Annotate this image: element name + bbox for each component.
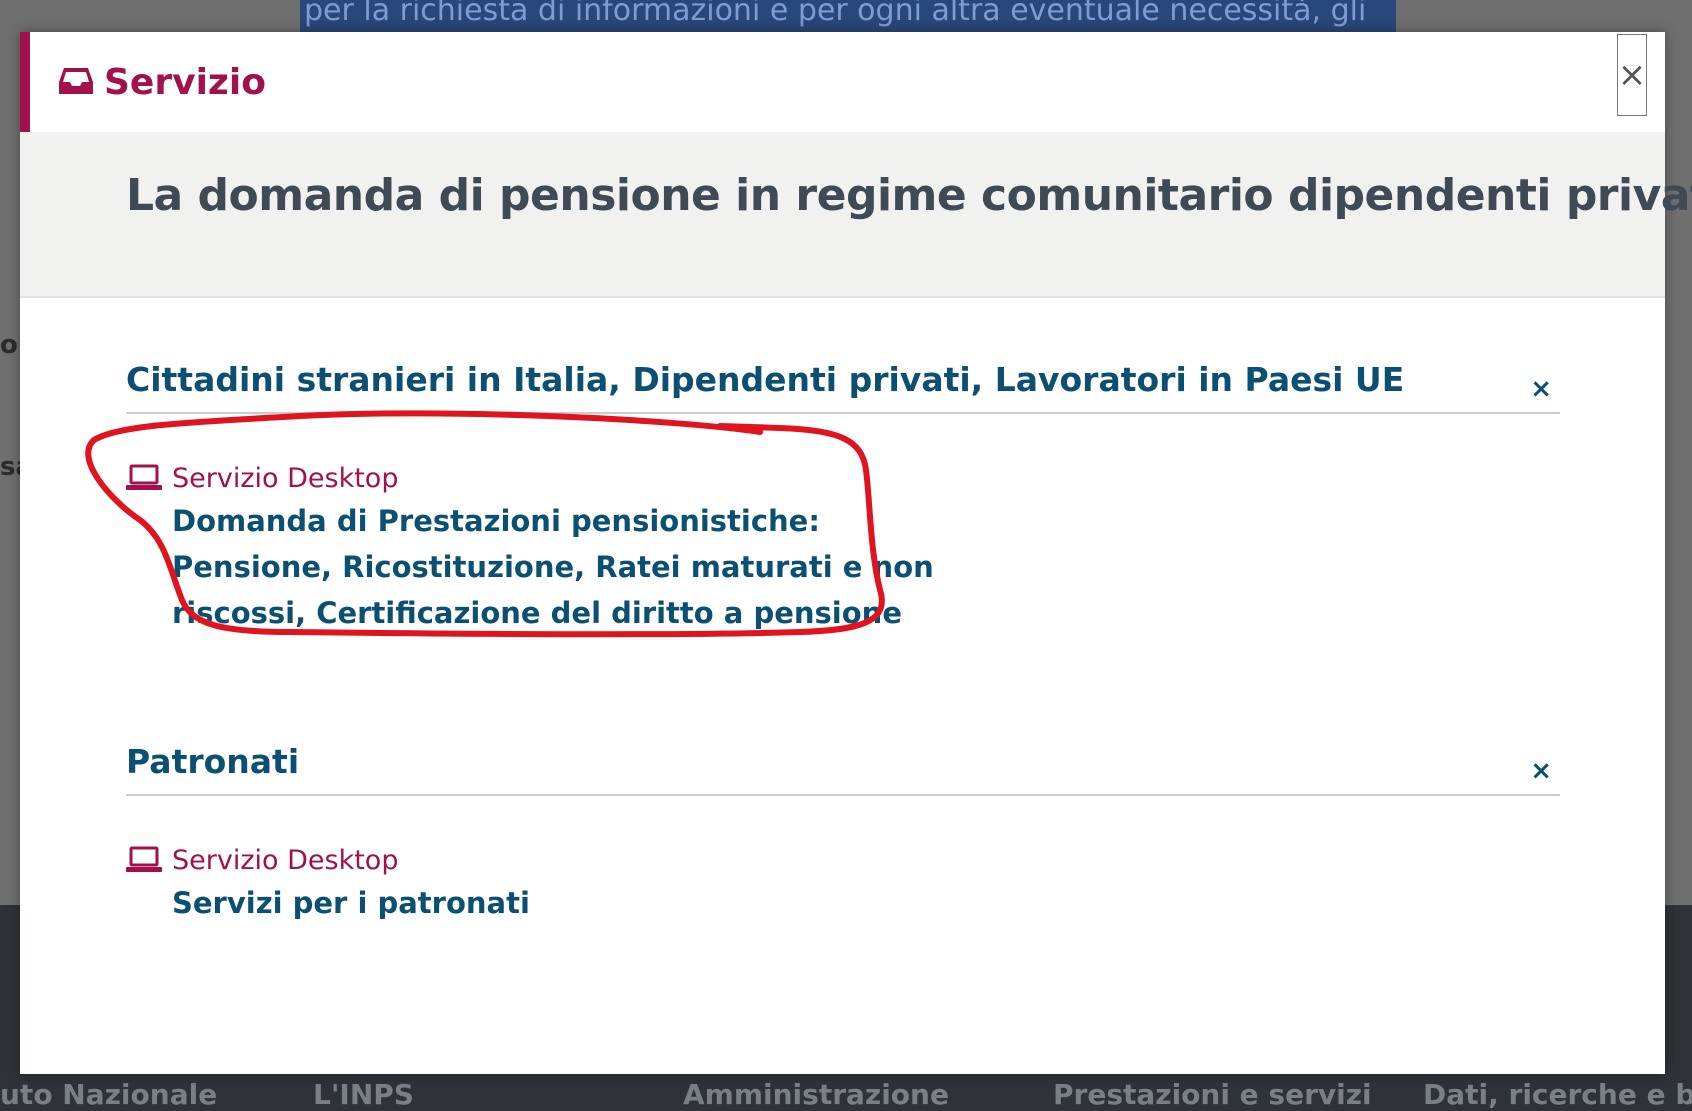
- section-title[interactable]: Patronati: [126, 742, 299, 781]
- section-title[interactable]: Cittadini stranieri in Italia, Dipendent…: [126, 360, 1404, 399]
- service-link-line: riscossi, Certificazione del diritto a p…: [172, 596, 902, 630]
- laptop-icon: [126, 464, 162, 496]
- service-type-label: Servizio Desktop: [172, 845, 399, 876]
- footer-link-prestazioni[interactable]: Prestazioni e servizi: [1053, 1078, 1372, 1111]
- section-header[interactable]: Patronati ×: [126, 734, 1560, 796]
- service-link-line: Pensione, Ricostituzione, Ratei maturati…: [172, 550, 934, 584]
- modal-title: Servizio: [104, 62, 266, 103]
- modal-header: Servizio ×: [20, 32, 1665, 132]
- service-link-line: Domanda di Prestazioni pensionistiche:: [172, 504, 820, 538]
- service-link-patronati[interactable]: Servizi per i patronati: [172, 880, 1560, 926]
- footer-link-istituto[interactable]: uto Nazionale: [0, 1078, 217, 1111]
- page-title: La domanda di pensione in regime comunit…: [126, 170, 1692, 221]
- section-header[interactable]: Cittadini stranieri in Italia, Dipendent…: [126, 352, 1560, 414]
- footer-link-inps[interactable]: L'INPS: [313, 1078, 414, 1111]
- inbox-icon: [58, 66, 94, 100]
- page-title-banner: La domanda di pensione in regime comunit…: [20, 132, 1692, 298]
- close-button[interactable]: ×: [1617, 34, 1647, 116]
- service-type-label: Servizio Desktop: [172, 463, 399, 494]
- footer-link-amministrazione[interactable]: Amministrazione: [683, 1078, 949, 1111]
- service-item: Servizio Desktop Domanda di Prestazioni …: [126, 460, 1560, 636]
- service-item: Servizio Desktop Servizi per i patronati: [126, 842, 1560, 926]
- section-patronati: Patronati × Servizio Desktop Servizi per…: [126, 734, 1560, 926]
- laptop-icon: [126, 846, 162, 878]
- footer-link-dati[interactable]: Dati, ricerche e bila: [1423, 1078, 1692, 1111]
- collapse-toggle-icon[interactable]: ×: [1530, 756, 1552, 786]
- service-link-prestazioni-pensionistiche[interactable]: Domanda di Prestazioni pensionistiche: P…: [172, 498, 1560, 636]
- service-modal: Servizio × La domanda di pensione in reg…: [20, 32, 1692, 1074]
- background-selected-text: per la richiesta di informazioni e per o…: [300, 0, 1396, 32]
- collapse-toggle-icon[interactable]: ×: [1530, 374, 1552, 404]
- section-cittadini-stranieri: Cittadini stranieri in Italia, Dipendent…: [126, 352, 1560, 636]
